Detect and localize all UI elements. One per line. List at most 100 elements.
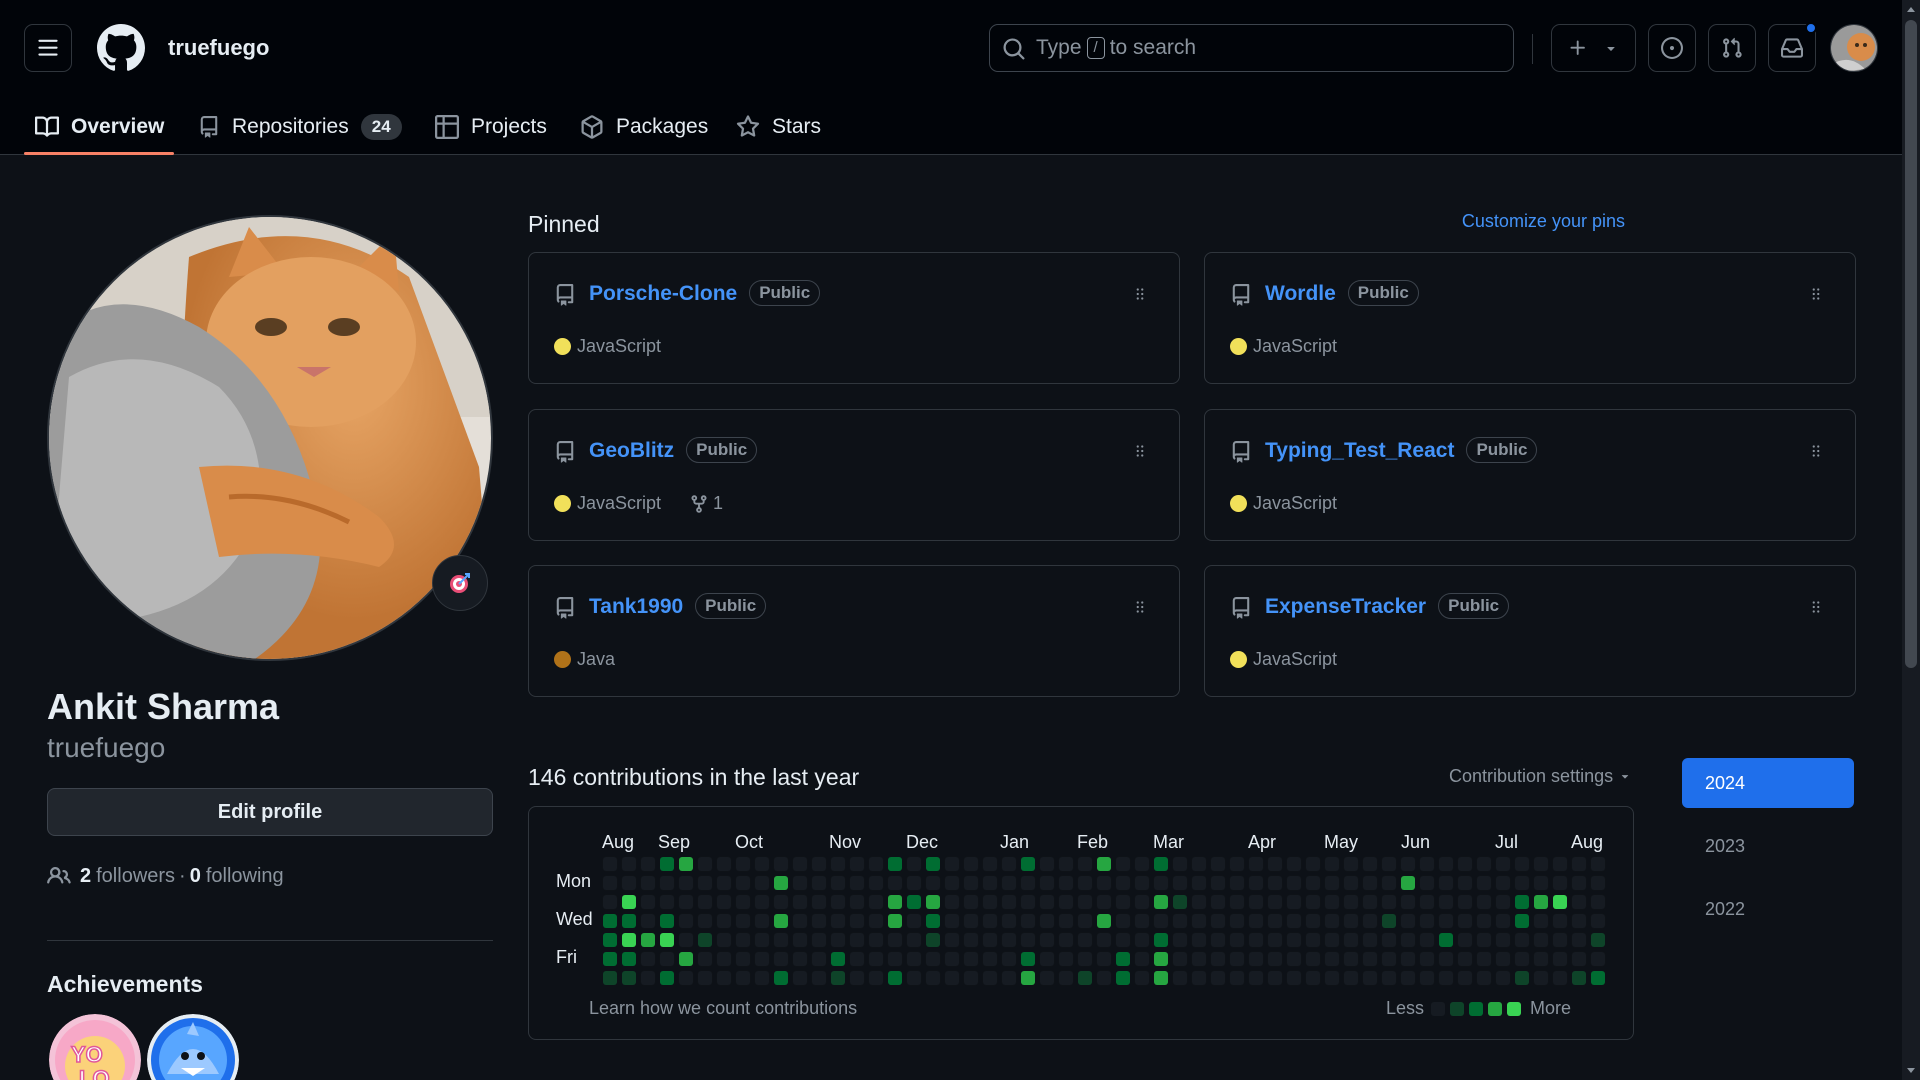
contribution-day-cell[interactable]	[1229, 970, 1245, 986]
contribution-day-cell[interactable]	[1286, 856, 1302, 872]
contribution-day-cell[interactable]	[640, 913, 656, 929]
drag-handle-icon[interactable]	[1807, 285, 1825, 308]
contribution-day-cell[interactable]	[1419, 856, 1435, 872]
contribution-day-cell[interactable]	[1343, 951, 1359, 967]
contribution-settings-dropdown[interactable]: Contribution settings	[1449, 766, 1632, 787]
contribution-day-cell[interactable]	[602, 875, 618, 891]
contribution-day-cell[interactable]	[1419, 894, 1435, 910]
contribution-day-cell[interactable]	[963, 894, 979, 910]
contribution-day-cell[interactable]	[603, 971, 617, 985]
profile-avatar[interactable]	[47, 215, 493, 661]
contribution-day-cell[interactable]	[982, 875, 998, 891]
contribution-day-cell[interactable]	[811, 894, 827, 910]
contribution-day-cell[interactable]	[868, 932, 884, 948]
contribution-day-cell[interactable]	[1591, 933, 1605, 947]
contribution-day-cell[interactable]	[1058, 856, 1074, 872]
contribution-day-cell[interactable]	[888, 857, 902, 871]
contribution-day-cell[interactable]	[1495, 913, 1511, 929]
contribution-day-cell[interactable]	[830, 894, 846, 910]
contribution-day-cell[interactable]	[868, 970, 884, 986]
contribution-day-cell[interactable]	[1514, 951, 1530, 967]
create-new-button[interactable]	[1551, 24, 1636, 72]
contribution-day-cell[interactable]	[1172, 875, 1188, 891]
contribution-day-cell[interactable]	[888, 914, 902, 928]
contribution-day-cell[interactable]	[735, 951, 751, 967]
contribution-day-cell[interactable]	[1267, 932, 1283, 948]
contribution-day-cell[interactable]	[697, 951, 713, 967]
contribution-day-cell[interactable]	[944, 894, 960, 910]
contribution-day-cell[interactable]	[1115, 894, 1131, 910]
contribution-day-cell[interactable]	[678, 875, 694, 891]
contribution-day-cell[interactable]	[1248, 970, 1264, 986]
scroll-up-arrow-icon[interactable]	[1902, 2, 1920, 16]
contribution-day-cell[interactable]	[1495, 970, 1511, 986]
contribution-day-cell[interactable]	[1400, 951, 1416, 967]
contribution-day-cell[interactable]	[1039, 932, 1055, 948]
contribution-day-cell[interactable]	[963, 951, 979, 967]
contribution-day-cell[interactable]	[621, 875, 637, 891]
contribution-day-cell[interactable]	[1495, 875, 1511, 891]
contribution-day-cell[interactable]	[773, 856, 789, 872]
contribution-day-cell[interactable]	[1439, 933, 1453, 947]
contribution-day-cell[interactable]	[1229, 894, 1245, 910]
drag-handle-icon[interactable]	[1131, 598, 1149, 621]
contribution-day-cell[interactable]	[1134, 875, 1150, 891]
contribution-day-cell[interactable]	[622, 971, 636, 985]
contribution-day-cell[interactable]	[1552, 932, 1568, 948]
contribution-day-cell[interactable]	[774, 914, 788, 928]
contribution-day-cell[interactable]	[622, 933, 636, 947]
contribution-day-cell[interactable]	[1191, 970, 1207, 986]
repo-name-link[interactable]: Typing_Test_React	[1265, 439, 1454, 462]
contribution-day-cell[interactable]	[754, 894, 770, 910]
contribution-day-cell[interactable]	[1533, 875, 1549, 891]
repo-name-link[interactable]: ExpenseTracker	[1265, 595, 1426, 618]
contribution-day-cell[interactable]	[1381, 951, 1397, 967]
contribution-day-cell[interactable]	[906, 856, 922, 872]
tab-projects[interactable]: Projects	[435, 98, 547, 155]
contribution-day-cell[interactable]	[1191, 913, 1207, 929]
contribution-day-cell[interactable]	[1305, 913, 1321, 929]
contribution-day-cell[interactable]	[982, 970, 998, 986]
following-count[interactable]: 0	[190, 865, 201, 888]
contribution-day-cell[interactable]	[1021, 952, 1035, 966]
contribution-day-cell[interactable]	[1039, 856, 1055, 872]
contribution-day-cell[interactable]	[944, 856, 960, 872]
user-avatar-button[interactable]	[1830, 24, 1878, 72]
contribution-day-cell[interactable]	[963, 932, 979, 948]
drag-handle-icon[interactable]	[1807, 598, 1825, 621]
contribution-day-cell[interactable]	[888, 971, 902, 985]
contribution-day-cell[interactable]	[1248, 932, 1264, 948]
contribution-day-cell[interactable]	[1381, 932, 1397, 948]
contribution-day-cell[interactable]	[1021, 971, 1035, 985]
contribution-day-cell[interactable]	[1400, 970, 1416, 986]
contribution-day-cell[interactable]	[1533, 932, 1549, 948]
contribution-day-cell[interactable]	[1476, 913, 1492, 929]
contribution-day-cell[interactable]	[1419, 913, 1435, 929]
contribution-day-cell[interactable]	[1116, 952, 1130, 966]
contribution-day-cell[interactable]	[906, 970, 922, 986]
contribution-day-cell[interactable]	[1419, 951, 1435, 967]
drag-handle-icon[interactable]	[1131, 442, 1149, 465]
contribution-day-cell[interactable]	[1248, 913, 1264, 929]
contribution-day-cell[interactable]	[1457, 913, 1473, 929]
contribution-day-cell[interactable]	[1039, 875, 1055, 891]
github-logo-icon[interactable]	[96, 24, 145, 77]
contribution-day-cell[interactable]	[1172, 970, 1188, 986]
contribution-day-cell[interactable]	[1039, 970, 1055, 986]
contribution-day-cell[interactable]	[640, 970, 656, 986]
drag-handle-icon[interactable]	[1131, 285, 1149, 308]
contribution-day-cell[interactable]	[906, 951, 922, 967]
contribution-day-cell[interactable]	[1552, 970, 1568, 986]
pull-requests-button[interactable]	[1708, 24, 1756, 72]
contribution-day-cell[interactable]	[754, 951, 770, 967]
contribution-day-cell[interactable]	[1515, 895, 1529, 909]
contribution-day-cell[interactable]	[1077, 894, 1093, 910]
contribution-day-cell[interactable]	[622, 895, 636, 909]
contribution-day-cell[interactable]	[1191, 875, 1207, 891]
contribution-day-cell[interactable]	[982, 951, 998, 967]
contribution-day-cell[interactable]	[1210, 913, 1226, 929]
contribution-day-cell[interactable]	[907, 895, 921, 909]
followers-count[interactable]: 2	[80, 865, 91, 888]
edit-profile-button[interactable]: Edit profile	[47, 788, 493, 836]
contribution-day-cell[interactable]	[1571, 951, 1587, 967]
